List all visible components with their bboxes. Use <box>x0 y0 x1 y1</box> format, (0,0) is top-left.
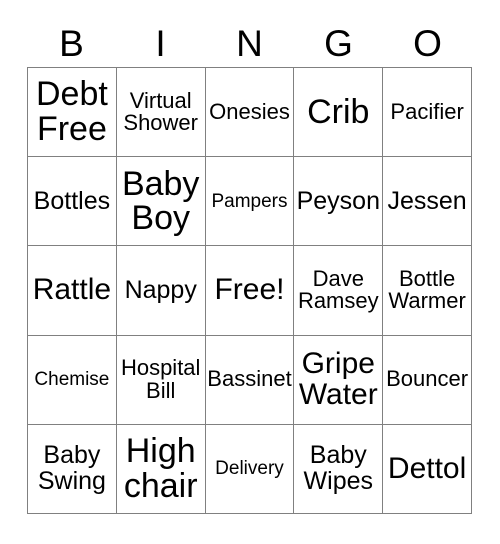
bingo-cell[interactable]: Baby Boy <box>116 157 206 247</box>
bingo-cell[interactable]: Baby Swing <box>28 424 117 514</box>
bingo-cell[interactable]: Pacifier <box>383 68 472 158</box>
bingo-cell[interactable]: Chemise <box>28 335 117 425</box>
bingo-header-letter-b: B <box>59 23 84 64</box>
bingo-cell[interactable]: Bassinet <box>205 335 295 425</box>
bingo-grid: Debt Free Virtual Shower Onesies Crib Pacifi… <box>27 67 472 514</box>
bingo-cell[interactable]: Rattle <box>28 246 117 336</box>
bingo-cell-label: Hospital Bill <box>120 355 201 403</box>
bingo-cell-label: Crib <box>307 92 370 131</box>
bingo-header-letter-o: O <box>413 23 442 64</box>
bingo-cell-label: Dave Ramsey <box>297 266 379 314</box>
bingo-cell-label: Virtual Shower <box>123 87 198 136</box>
bingo-cell-label: Baby Wipes <box>303 441 374 495</box>
bingo-cell[interactable]: Pampers <box>205 157 295 247</box>
bingo-cell[interactable]: Crib <box>294 68 384 158</box>
bingo-cell-label: Bottle Warmer <box>388 266 466 314</box>
bingo-cell-label: Bouncer <box>386 366 469 392</box>
bingo-card: B I N G O Debt Free Virtual Shower Onesies… <box>0 0 500 544</box>
bingo-cell[interactable]: Bouncer <box>383 335 472 425</box>
bingo-cell-label: Peyson <box>296 186 380 215</box>
bingo-cell-label: Dettol <box>387 451 467 485</box>
bingo-cell[interactable]: Delivery <box>205 424 295 514</box>
bingo-cell-label: Jessen <box>387 186 467 215</box>
bingo-cell-label: Gripe Water <box>298 347 378 411</box>
bingo-cell[interactable]: Jessen <box>383 157 472 247</box>
bingo-cell[interactable]: Onesies <box>205 68 295 158</box>
bingo-cell-label: Debt Free <box>35 75 108 149</box>
bingo-cell[interactable]: Peyson <box>294 157 384 247</box>
bingo-header-letter-n: N <box>236 23 263 64</box>
bingo-cell[interactable]: Bottle Warmer <box>383 246 472 336</box>
bingo-cell-label: Nappy <box>124 275 197 304</box>
bingo-cell[interactable]: High chair <box>116 424 206 514</box>
bingo-cell-label: Chemise <box>34 369 110 390</box>
bingo-cell[interactable]: Baby Wipes <box>294 424 384 514</box>
bingo-cell-label: Rattle <box>32 273 112 307</box>
bingo-cell[interactable]: Gripe Water <box>294 335 384 425</box>
bingo-cell-label: Delivery <box>215 458 284 480</box>
bingo-cell[interactable]: Dave Ramsey <box>294 246 384 336</box>
bingo-cell-label: Pampers <box>211 190 288 212</box>
bingo-cell[interactable]: Hospital Bill <box>116 335 206 425</box>
bingo-cell-label: Free! <box>214 273 285 307</box>
bingo-cell[interactable]: Virtual Shower <box>116 68 206 158</box>
bingo-cell[interactable]: Nappy <box>116 246 206 336</box>
bingo-header-row: B I N G O <box>27 20 472 67</box>
bingo-cell[interactable]: Debt Free <box>28 68 117 158</box>
bingo-cell-label: High chair <box>123 432 198 505</box>
bingo-cell-label: Bottles <box>33 186 111 215</box>
bingo-cell-label: Baby Swing <box>37 441 106 495</box>
bingo-cell[interactable]: Bottles <box>28 157 117 247</box>
bingo-cell-label: Onesies <box>209 98 290 124</box>
bingo-cell[interactable]: Free! <box>205 246 295 336</box>
bingo-cell-label: Baby Boy <box>121 164 200 238</box>
bingo-cell-label: Bassinet <box>207 366 292 392</box>
bingo-cell[interactable]: Dettol <box>383 424 472 514</box>
bingo-header-letter-g: G <box>324 23 353 64</box>
bingo-cell-label: Pacifier <box>390 98 464 124</box>
bingo-header-letter-i: I <box>155 23 166 64</box>
